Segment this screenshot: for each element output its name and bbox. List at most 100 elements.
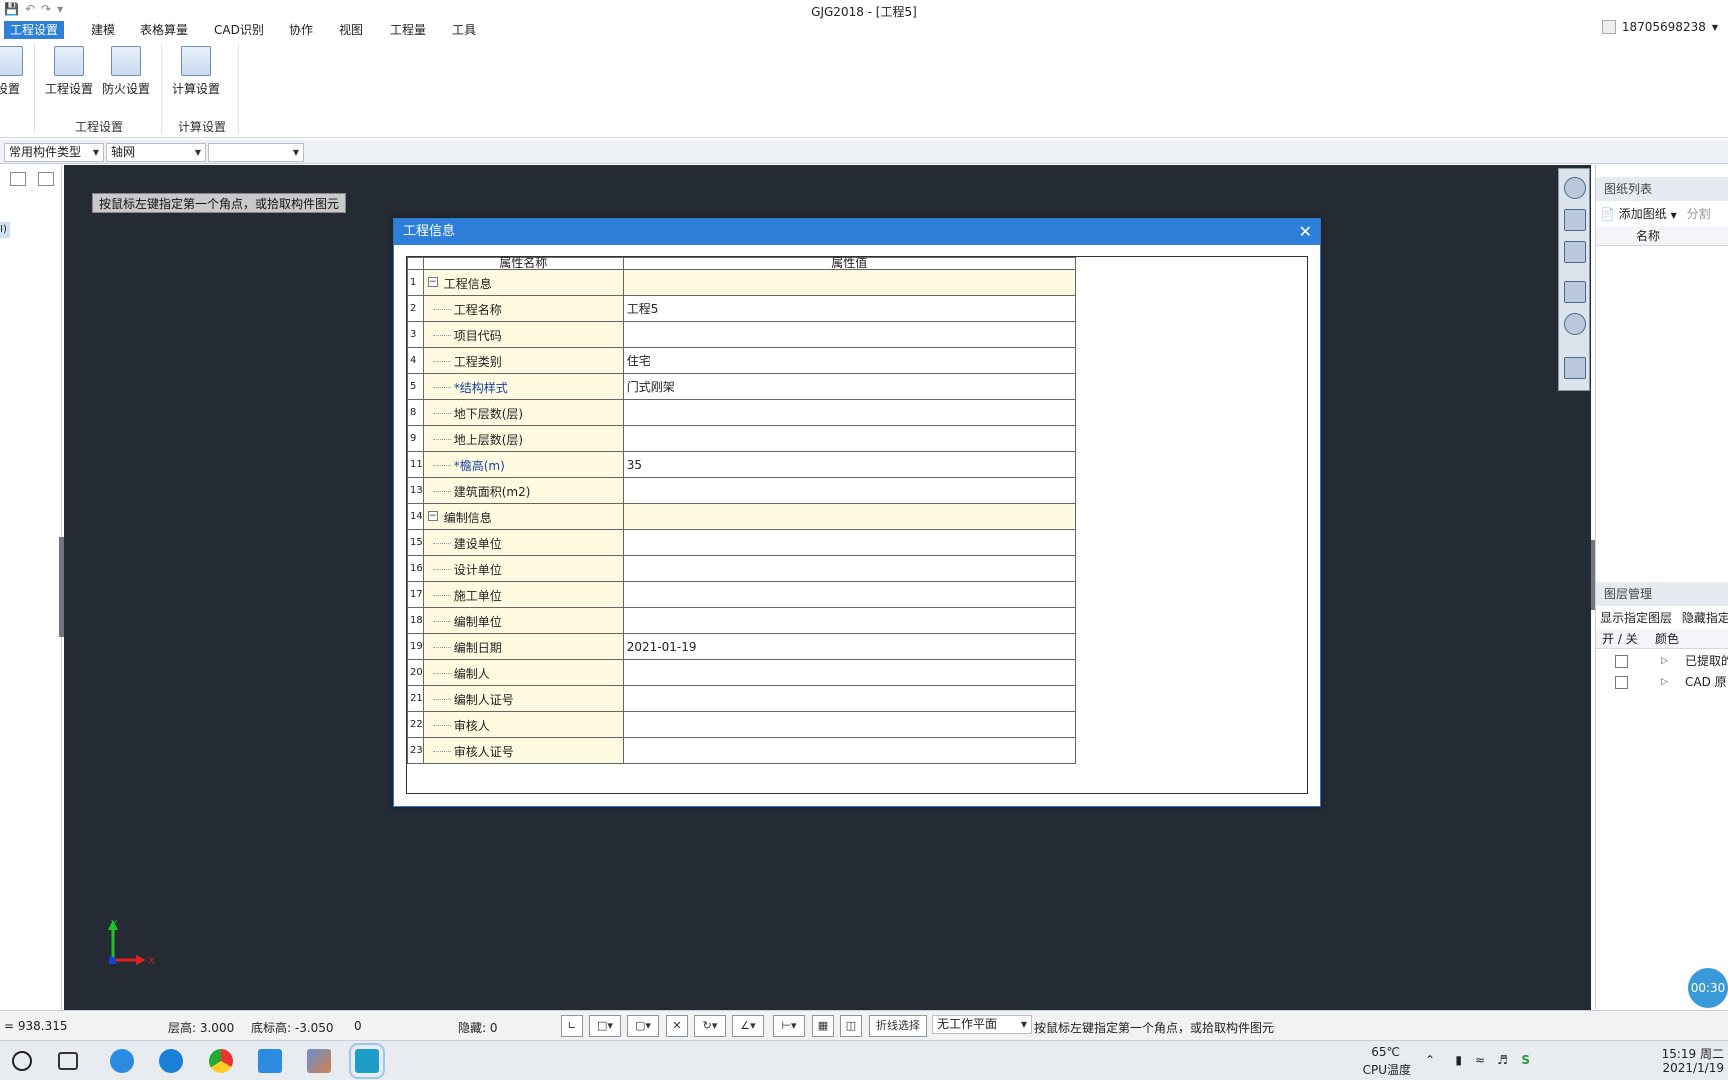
- property-row[interactable]: 19 编制日期 2021-01-19: [407, 633, 1076, 660]
- layer-row[interactable]: ▷ CAD 原: [1596, 672, 1728, 693]
- property-value-cell[interactable]: [622, 685, 1076, 712]
- chevron-up-icon[interactable]: ⌃: [1425, 1053, 1435, 1067]
- tab-view[interactable]: 视图: [333, 21, 369, 39]
- sogou-icon[interactable]: [110, 1049, 134, 1073]
- project-settings-button[interactable]: 工程设置: [43, 46, 95, 97]
- property-row[interactable]: 23 审核人证号: [407, 737, 1076, 764]
- volume-icon[interactable]: ♬: [1497, 1053, 1508, 1067]
- property-row[interactable]: 2 工程名称 工程5: [407, 295, 1076, 322]
- tab-table-calc[interactable]: 表格算量: [134, 21, 194, 39]
- property-row[interactable]: 15 建设单位: [407, 529, 1076, 556]
- selected-tree-item[interactable]: I): [0, 222, 10, 238]
- show-layer-button[interactable]: 显示指定图层: [1600, 611, 1672, 625]
- wifi-icon[interactable]: ≈: [1475, 1053, 1485, 1067]
- property-row[interactable]: 4 工程类别 住宅: [407, 347, 1076, 374]
- start-icon[interactable]: [12, 1051, 32, 1071]
- tab-modeling[interactable]: 建模: [85, 21, 121, 39]
- property-value-cell[interactable]: [622, 425, 1076, 452]
- property-value-cell[interactable]: 住宅: [622, 347, 1076, 374]
- property-value-cell[interactable]: [622, 581, 1076, 608]
- split-drawing-button[interactable]: 分割: [1687, 207, 1711, 221]
- estimate-app-icon[interactable]: [258, 1049, 282, 1073]
- clock-date[interactable]: 2021/1/19: [1662, 1061, 1724, 1075]
- list-view-icon[interactable]: [10, 172, 26, 186]
- chrome-icon[interactable]: [209, 1049, 233, 1073]
- component-select[interactable]: 轴网 ▼: [106, 143, 206, 162]
- property-row[interactable]: 20 编制人: [407, 659, 1076, 686]
- property-value-cell[interactable]: 35: [622, 451, 1076, 478]
- tab-cad-recognition[interactable]: CAD识别: [208, 21, 270, 39]
- orbit-icon[interactable]: [1564, 177, 1586, 199]
- tab-quantity[interactable]: 工程量: [384, 21, 432, 39]
- property-row[interactable]: 8 地下层数(层): [407, 399, 1076, 426]
- calc-settings-button[interactable]: 计算设置: [170, 46, 222, 97]
- browser-icon[interactable]: [159, 1049, 183, 1073]
- layer-visibility-checkbox[interactable]: [1615, 676, 1628, 689]
- property-value-cell[interactable]: [622, 711, 1076, 738]
- task-view-icon[interactable]: [58, 1052, 78, 1070]
- fire-settings-button[interactable]: 防火设置: [100, 46, 152, 97]
- collapse-icon[interactable]: −: [427, 511, 438, 521]
- top-view-icon[interactable]: [1564, 241, 1586, 263]
- add-drawing-button[interactable]: 添加图纸: [1619, 207, 1667, 221]
- clock-time[interactable]: 15:19 周二: [1662, 1045, 1724, 1062]
- expand-arrow-icon[interactable]: ▷: [1661, 651, 1668, 672]
- layout-icon[interactable]: [1564, 357, 1586, 379]
- tab-tools[interactable]: 工具: [446, 21, 482, 39]
- tab-collaboration[interactable]: 协作: [283, 21, 319, 39]
- object-snap-icon[interactable]: ▢▾: [627, 1015, 659, 1037]
- property-row[interactable]: 1− 工程信息: [407, 269, 1076, 296]
- property-value-cell[interactable]: [622, 321, 1076, 348]
- property-value-cell[interactable]: [622, 399, 1076, 426]
- 3d-view-icon[interactable]: [1564, 209, 1586, 231]
- user-account[interactable]: 18705698238 ▼: [1601, 20, 1718, 34]
- property-value-cell[interactable]: 2021-01-19: [622, 633, 1076, 660]
- workplane-select[interactable]: 无工作平面 ▼: [932, 1015, 1032, 1034]
- table-view-icon[interactable]: [38, 172, 54, 186]
- grid-icon[interactable]: ▦: [812, 1015, 834, 1037]
- side-view-icon[interactable]: [1564, 281, 1586, 303]
- property-value-cell[interactable]: [622, 555, 1076, 582]
- property-row[interactable]: 3 项目代码: [407, 321, 1076, 348]
- tab-project-settings[interactable]: 工程设置: [4, 21, 65, 39]
- dimension-icon[interactable]: ⊢▾: [773, 1015, 805, 1037]
- property-row[interactable]: 11 *檐高(m) 35: [407, 451, 1076, 478]
- app-tray-icon[interactable]: S: [1521, 1053, 1530, 1067]
- battery-icon[interactable]: ▮: [1455, 1053, 1462, 1067]
- property-row[interactable]: 9 地上层数(层): [407, 425, 1076, 452]
- property-row[interactable]: 16 设计单位: [407, 555, 1076, 582]
- property-row[interactable]: 18 编制单位: [407, 607, 1076, 634]
- property-value-cell[interactable]: [622, 477, 1076, 504]
- property-row[interactable]: 14− 编制信息: [407, 503, 1076, 530]
- property-row[interactable]: 21 编制人证号: [407, 685, 1076, 712]
- ortho-icon[interactable]: ∟: [561, 1015, 583, 1037]
- hide-layer-button[interactable]: 隐藏指定: [1682, 611, 1728, 625]
- close-icon[interactable]: ✕: [1299, 219, 1312, 245]
- layer-row[interactable]: ▷ 已提取的: [1596, 651, 1728, 672]
- gjg-app-icon[interactable]: [349, 1043, 385, 1079]
- property-value-cell[interactable]: [622, 737, 1076, 764]
- rotate-snap-icon[interactable]: ↻▾: [694, 1015, 726, 1037]
- angle-icon[interactable]: ∠▾: [732, 1015, 764, 1037]
- property-row[interactable]: 17 施工单位: [407, 581, 1076, 608]
- property-row[interactable]: 5 *结构样式 门式刚架: [407, 373, 1076, 400]
- recording-timer[interactable]: 00:30: [1688, 968, 1728, 1008]
- ribbon-partial-button[interactable]: 设置: [0, 46, 24, 97]
- component-type-select[interactable]: 常用构件类型 ▼: [4, 143, 104, 162]
- image-app-icon[interactable]: [307, 1049, 331, 1073]
- polyline-select-button[interactable]: 折线选择: [869, 1015, 927, 1037]
- layout-toggle-icon[interactable]: ◫: [840, 1015, 862, 1037]
- layer-visibility-checkbox[interactable]: [1615, 655, 1628, 668]
- component-instance-select[interactable]: ▼: [208, 143, 304, 162]
- property-value-cell[interactable]: [622, 529, 1076, 556]
- rotate-icon[interactable]: [1564, 313, 1586, 335]
- property-value-cell[interactable]: 工程5: [622, 295, 1076, 322]
- snap-icon[interactable]: □▾: [589, 1015, 621, 1037]
- property-row[interactable]: 22 审核人: [407, 711, 1076, 738]
- cross-select-icon[interactable]: ✕: [666, 1015, 688, 1037]
- property-value-cell[interactable]: [622, 659, 1076, 686]
- collapse-icon[interactable]: −: [427, 277, 438, 287]
- property-value-cell[interactable]: [622, 607, 1076, 634]
- expand-arrow-icon[interactable]: ▷: [1661, 672, 1668, 693]
- property-value-cell[interactable]: 门式刚架: [622, 373, 1076, 400]
